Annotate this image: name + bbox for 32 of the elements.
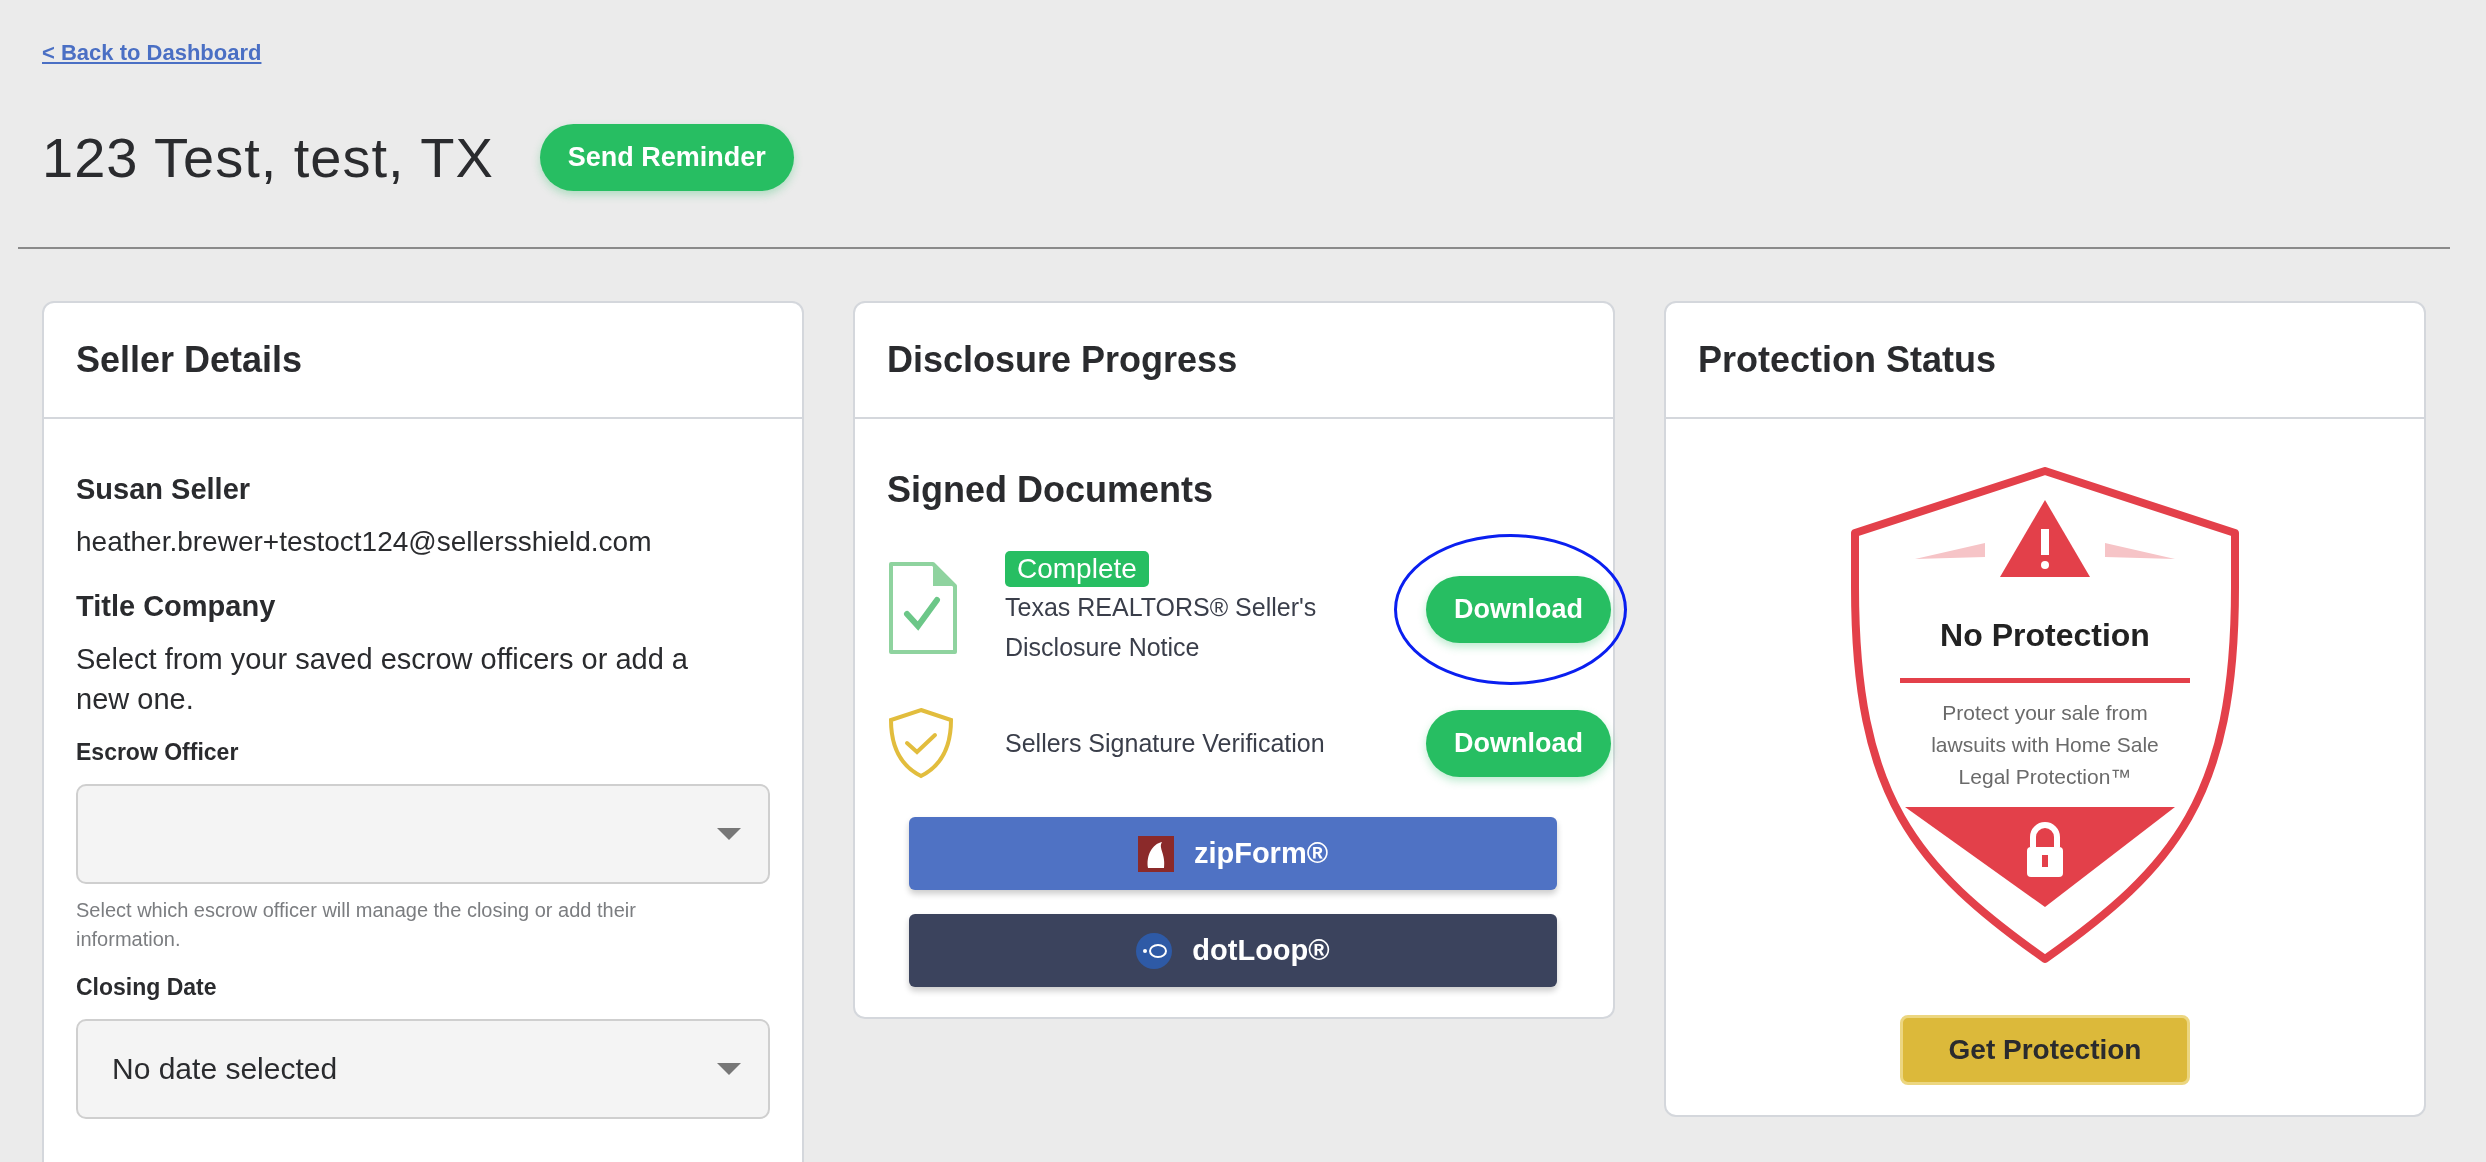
shield-description: Protect your sale from lawsuits with Home Sale Legal Protection™ — [1930, 700, 2160, 790]
caret-icon — [716, 1062, 742, 1076]
caret-icon — [716, 827, 742, 841]
section-heading: Title Company — [76, 590, 277, 623]
document-check-icon — [887, 562, 957, 656]
page-title: 123 Test, test, TX — [42, 125, 494, 190]
card-title: Seller Details — [76, 339, 304, 381]
section-heading: Signed Documents — [887, 469, 1215, 511]
dotloop-logo-icon — [1136, 932, 1173, 969]
shield-check-icon — [887, 707, 955, 779]
integration-button[interactable]: zipForm® — [909, 817, 1557, 890]
select-field[interactable] — [76, 784, 770, 884]
send-reminder-button[interactable]: Send Reminder — [539, 124, 794, 191]
document-name: Sellers Signature Verification — [1005, 728, 1326, 759]
back-link[interactable]: < Back to Dashboard — [42, 40, 262, 66]
document-name: Texas REALTORS® Seller's Disclosure Notice — [1005, 592, 1318, 663]
shield-title: No Protection — [1940, 617, 2150, 654]
get-protection-button[interactable]: Get Protection — [1899, 1015, 2191, 1085]
select-field[interactable]: No date selected — [76, 1019, 770, 1119]
card-title: Protection Status — [1698, 339, 1998, 381]
field-label: Closing Date — [76, 974, 218, 1001]
field-hint: Select which escrow officer will manage the closing or add their information. — [76, 898, 637, 952]
download-button[interactable]: Download — [1426, 709, 1611, 777]
field-label: Escrow Officer — [76, 739, 240, 766]
seller-email: heather.brewer+testoct124@sellersshield.com — [76, 526, 653, 558]
card-title: Disclosure Progress — [887, 339, 1239, 381]
zipform-logo-icon — [1137, 835, 1174, 872]
section-description: Select from your saved escrow officers or add a new one. — [76, 642, 689, 717]
integration-button[interactable]: dotLoop® — [909, 914, 1557, 987]
seller-name: Susan Seller — [76, 473, 252, 506]
status-badge: Complete — [1005, 551, 1149, 587]
download-button[interactable]: Download — [1426, 575, 1611, 643]
